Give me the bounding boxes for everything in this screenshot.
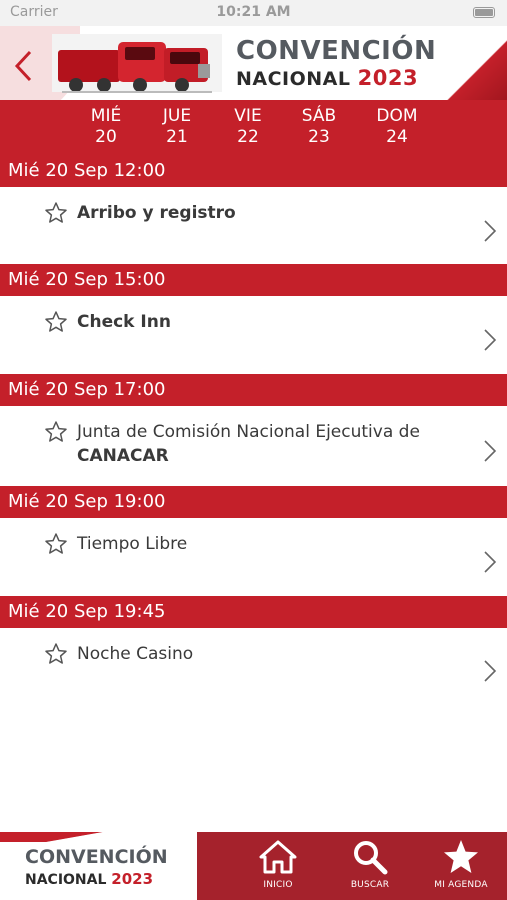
header-swoosh-right [447,26,507,100]
event-title: Check Inn [77,310,457,334]
logo-year: 2023 [357,66,419,90]
search-icon [354,841,388,875]
day-tab-number: 22 [237,127,259,147]
event-row[interactable]: Arribo y registro [0,187,507,264]
event-title: Junta de Comisión Nacional Ejecutiva de … [77,420,457,468]
day-tab-number: 24 [386,127,408,147]
event-title-text: Check Inn [77,312,171,332]
event-title-line2: CANACAR [77,446,169,466]
star-outline-icon[interactable] [44,201,68,225]
event-title: Tiempo Libre [77,532,457,556]
bottom-logo-year: 2023 [111,870,154,888]
status-bar: Carrier 10:21 AM [0,0,507,26]
star-icon [444,840,478,873]
day-tab-number: 20 [95,127,117,147]
truck-logo-image [52,34,222,93]
day-tab-thu[interactable]: JUE 21 [147,106,207,148]
chevron-right-icon [484,220,497,242]
tab-bar: INICIO BUSCAR MI AGENDA [197,832,507,900]
bottom-convention-logo: CONVENCIÓN NACIONAL 2023 [0,832,197,900]
bottom-logo-title: CONVENCIÓN [25,846,168,868]
chevron-right-icon [484,329,497,351]
convention-logo: CONVENCIÓN NACIONAL 2023 [236,36,446,90]
status-time: 10:21 AM [216,4,291,20]
event-row[interactable]: Tiempo Libre [0,518,507,596]
tab-buscar[interactable]: BUSCAR [330,838,410,890]
event-row[interactable]: Check Inn [0,296,507,374]
event-title-line1: Junta de Comisión Nacional Ejecutiva de [77,422,420,442]
day-tab-fri[interactable]: VIE 22 [218,106,278,148]
star-outline-icon[interactable] [44,642,68,666]
day-tab-number: 21 [166,127,188,147]
day-tab-name: MIÉ [90,106,122,126]
home-icon [259,840,297,874]
star-outline-icon[interactable] [44,310,68,334]
chevron-left-icon [14,50,32,82]
time-section-header: Mié 20 Sep 19:00 [0,486,507,518]
bottom-logo-subtitle: NACIONAL 2023 [25,870,153,888]
bottom-bar: CONVENCIÓN NACIONAL 2023 INICIO BUSCAR M… [0,832,507,900]
event-title: Noche Casino [77,642,457,666]
day-tab-name: VIE [234,106,262,126]
day-tab-sat[interactable]: SÁB 23 [289,106,349,148]
header-banner: CONVENCIÓN NACIONAL 2023 [0,26,507,100]
tab-mi-agenda[interactable]: MI AGENDA [421,838,501,890]
day-tab-wed[interactable]: MIÉ 20 [76,106,136,148]
event-title: Arribo y registro [77,201,457,225]
time-section-header: Mié 20 Sep 15:00 [0,264,507,296]
logo-subtitle-text: NACIONAL [236,68,351,90]
bottom-logo-swoosh [0,832,197,842]
battery-icon [473,7,495,18]
logo-title: CONVENCIÓN [236,36,437,66]
day-tab-sun[interactable]: DOM 24 [367,106,427,148]
event-row[interactable]: Noche Casino [0,628,507,706]
day-tabs: MIÉ 20 JUE 21 VIE 22 SÁB 23 DOM 24 [0,100,507,155]
event-title-text: Arribo y registro [77,203,236,223]
chevron-right-icon [484,551,497,573]
tab-inicio[interactable]: INICIO [238,838,318,890]
day-tab-name: JUE [162,106,192,126]
event-title-text: Tiempo Libre [77,534,188,554]
tab-label: MI AGENDA [434,880,488,890]
event-title-text: Noche Casino [77,644,194,664]
back-button[interactable] [10,48,38,84]
logo-subtitle: NACIONAL 2023 [236,66,446,90]
tab-label: INICIO [263,880,293,890]
day-tab-number: 23 [308,127,330,147]
time-section-header: Mié 20 Sep 12:00 [0,155,507,187]
star-outline-icon[interactable] [44,420,68,444]
tab-label: BUSCAR [350,880,390,890]
time-section-header: Mié 20 Sep 19:45 [0,596,507,628]
chevron-right-icon [484,440,497,462]
day-tab-name: SÁB [301,106,337,126]
day-tab-name: DOM [376,106,418,126]
star-outline-icon[interactable] [44,532,68,556]
time-section-header: Mié 20 Sep 17:00 [0,374,507,406]
chevron-right-icon [484,660,497,682]
bottom-logo-subtitle-text: NACIONAL [25,872,107,888]
event-row[interactable]: Junta de Comisión Nacional Ejecutiva de … [0,406,507,486]
